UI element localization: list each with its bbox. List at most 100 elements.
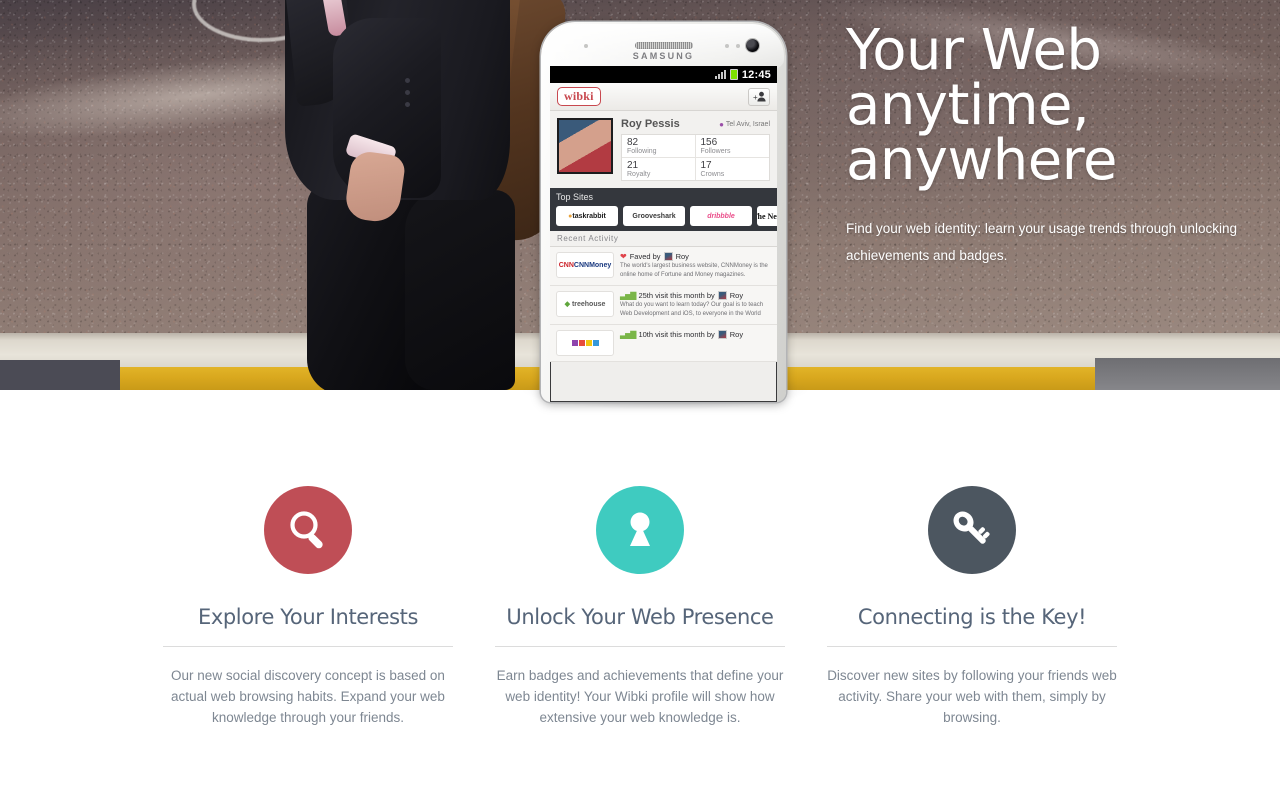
stat-cell[interactable]: 21 Royalty — [622, 158, 696, 180]
colored-squares-icon — [571, 340, 599, 346]
activity-user: Roy — [675, 252, 689, 261]
profile-info: Roy Pessis ● Tel Aviv, Israel 82 Followi… — [621, 118, 770, 181]
recent-activity-title: Recent Activity — [550, 231, 777, 247]
status-clock: 12:45 — [741, 68, 771, 81]
avatar — [557, 118, 613, 174]
activity-user: Roy — [729, 330, 744, 339]
features-section: Explore Your Interests Our new social di… — [0, 440, 1280, 729]
stat-label: Crowns — [700, 171, 725, 178]
feature-column-connecting: Connecting is the Key! Discover new site… — [806, 440, 1138, 729]
led-indicator — [736, 44, 740, 48]
activity-user-avatar — [717, 330, 727, 339]
site-logo: CNN CNNMoney — [556, 252, 614, 278]
activity-description: The world's largest business website, CN… — [620, 263, 768, 278]
phone-brand-label: SAMSUNG — [632, 51, 695, 61]
activity-action: 25th visit this month by — [638, 291, 715, 300]
feature-title: Unlock Your Web Presence — [506, 605, 774, 629]
bar-chart-icon: ▃▅▇ — [620, 291, 637, 300]
site-logo-label: treehouse — [571, 300, 606, 308]
activity-user-avatar — [663, 252, 673, 261]
landing-page: Your Web anytime, anywhere Find your web… — [0, 0, 1280, 800]
top-sites-title: Top Sites — [556, 192, 594, 202]
activity-user-avatar — [717, 291, 727, 300]
feature-title: Explore Your Interests — [197, 605, 419, 629]
top-site-tile[interactable]: Grooveshark — [623, 206, 685, 226]
recent-activity-item[interactable]: CNN CNNMoney ❤ Faved by Roy The world's l… — [550, 247, 777, 286]
signal-icon — [714, 70, 726, 79]
battery-icon — [729, 69, 738, 80]
stat-label: Following — [627, 148, 657, 155]
light-sensor — [725, 44, 729, 48]
stat-label: Royalty — [627, 171, 651, 178]
proximity-sensor — [584, 44, 588, 48]
stat-cell[interactable]: 17 Crowns — [696, 158, 770, 180]
trouser-leg-back — [405, 190, 515, 390]
feature-divider — [827, 646, 1117, 647]
dark-road-patch-right — [1095, 358, 1280, 390]
bar-chart-icon: ▃▅▇ — [620, 330, 637, 339]
site-logo-label: CNNMoney — [573, 261, 612, 269]
hero-copy: Your Web anytime, anywhere Find your web… — [846, 23, 1276, 269]
businessman-photo — [255, 0, 567, 390]
profile-stats: 82 Following 156 Followers 21 Royalty 17… — [621, 134, 770, 181]
top-site-label: taskrabbit — [572, 212, 606, 220]
magnifier-icon — [264, 486, 352, 574]
recent-activity-item[interactable]: ◆ treehouse ▃▅▇ 25th visit this month by… — [550, 286, 777, 325]
stat-cell[interactable]: 82 Following — [622, 135, 696, 158]
top-site-tile[interactable]: dribbble — [690, 206, 752, 226]
profile-header: Roy Pessis ● Tel Aviv, Israel 82 Followi… — [550, 111, 777, 188]
app-bar: wibki + — [550, 83, 777, 111]
activity-description: What do you want to learn today? Our goa… — [620, 302, 764, 317]
hero-subtitle: Find your web identity: learn your usage… — [846, 220, 1237, 263]
activity-title: ❤ Faved by Roy — [620, 252, 771, 261]
feature-description: Earn badges and achievements that define… — [496, 668, 784, 725]
feature-description: Our new social discovery concept is base… — [171, 668, 445, 725]
feature-divider — [163, 646, 453, 647]
add-user-icon[interactable]: + — [748, 87, 770, 106]
stat-cell[interactable]: 156 Followers — [695, 135, 769, 158]
activity-title: ▃▅▇ 25th visit this month by Roy — [620, 291, 771, 300]
top-site-label: dribbble — [707, 212, 735, 220]
activity-user: Roy — [729, 291, 744, 300]
stat-value: 21 — [627, 160, 639, 171]
recent-activity-item[interactable]: ▃▅▇ 10th visit this month by Roy — [550, 325, 777, 362]
location-pin-icon: ● — [719, 119, 724, 129]
earpiece-speaker — [634, 42, 693, 49]
feature-column-unlock: Unlock Your Web Presence Earn badges and… — [474, 440, 806, 729]
feature-column-explore: Explore Your Interests Our new social di… — [142, 440, 474, 729]
phone-mockup: SAMSUNG 12:45 wibki + Roy Pessis ● Tel A… — [541, 22, 786, 402]
activity-body: ▃▅▇ 10th visit this month by Roy — [620, 330, 771, 356]
heart-icon: ❤ — [620, 252, 627, 261]
activity-body: ▃▅▇ 25th visit this month by Roy What do… — [620, 291, 771, 319]
dark-road-patch-left — [0, 360, 120, 390]
hero-title-line-3: anywhere — [846, 127, 1117, 193]
phone-screen: 12:45 wibki + Roy Pessis ● Tel Aviv, Isr… — [550, 66, 777, 402]
profile-location: ● Tel Aviv, Israel — [719, 120, 770, 129]
key-icon — [928, 486, 1016, 574]
svg-text:+: + — [753, 93, 758, 102]
site-logo: ◆ treehouse — [556, 291, 614, 317]
profile-location-text: Tel Aviv, Israel — [725, 120, 770, 128]
wibki-logo[interactable]: wibki — [557, 87, 601, 106]
feature-title: Connecting is the Key! — [857, 605, 1087, 629]
sleeve-buttons — [404, 77, 411, 114]
keyhole-icon — [596, 486, 684, 574]
activity-title: ▃▅▇ 10th visit this month by Roy — [620, 330, 771, 339]
stat-value: 82 — [627, 137, 639, 148]
stat-value: 17 — [700, 160, 712, 171]
stat-value: 156 — [700, 137, 718, 148]
top-site-label: Grooveshark — [632, 212, 676, 220]
status-bar: 12:45 — [550, 66, 777, 83]
stat-label: Followers — [700, 148, 731, 155]
activity-body: ❤ Faved by Roy The world's largest busin… — [620, 252, 771, 280]
activity-action: 10th visit this month by — [638, 330, 715, 339]
top-site-tile[interactable]: The New York Times — [757, 206, 777, 226]
profile-name-row: Roy Pessis ● Tel Aviv, Israel — [621, 118, 770, 130]
top-sites-section: Top Sites ● taskrabbit Grooveshark dribbb… — [550, 188, 777, 231]
feature-description: Discover new sites by following your fri… — [827, 668, 1117, 725]
feature-divider — [495, 646, 785, 647]
top-site-tile[interactable]: ● taskrabbit — [556, 206, 618, 226]
page-title: Your Web anytime, anywhere — [846, 23, 1276, 189]
top-site-label: The New York Times — [757, 211, 777, 221]
site-logo — [556, 330, 614, 356]
